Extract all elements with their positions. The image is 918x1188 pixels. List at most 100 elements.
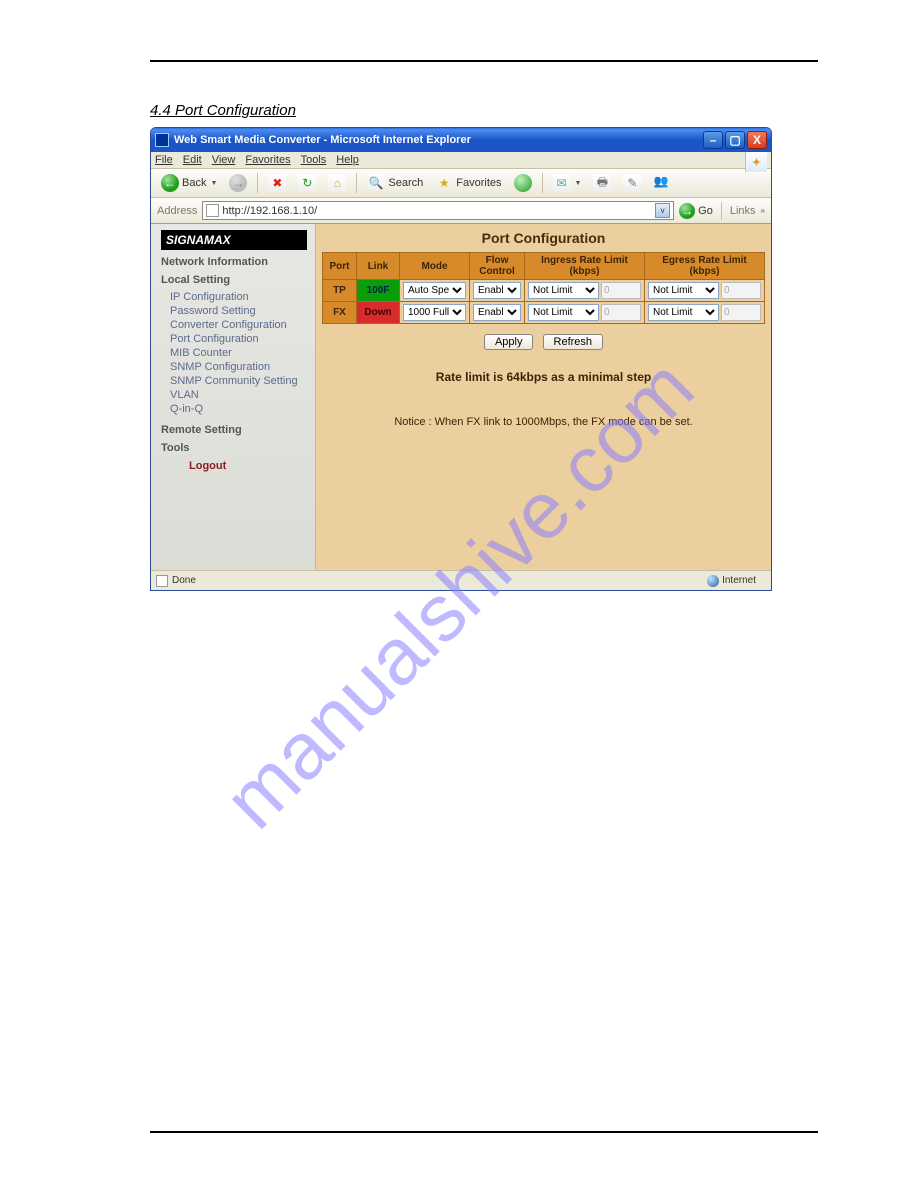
globe-icon xyxy=(707,575,719,587)
search-label: Search xyxy=(388,177,423,189)
sidebar-item-snmp-community[interactable]: SNMP Community Setting xyxy=(170,374,307,388)
stop-icon: ✖ xyxy=(268,174,286,192)
client-area: SIGNAMAX Network Information Local Setti… xyxy=(151,224,771,570)
address-url: http://192.168.1.10/ xyxy=(222,205,317,217)
flow-select[interactable]: Enable xyxy=(473,304,521,321)
content-pane: Port Configuration Port Link Mode Flow C… xyxy=(316,224,771,570)
refresh-button[interactable]: ↻ xyxy=(294,172,320,194)
media-button[interactable] xyxy=(510,172,536,194)
page-icon xyxy=(206,204,219,217)
flow-select[interactable]: Enable xyxy=(473,282,521,299)
sidebar-item-port-configuration[interactable]: Port Configuration xyxy=(170,332,307,346)
close-button[interactable]: X xyxy=(747,131,767,149)
ingress-select[interactable]: Not Limit xyxy=(528,304,599,321)
page-rule-top xyxy=(150,60,818,62)
sidebar-heading-local[interactable]: Local Setting xyxy=(161,274,307,286)
titlebar: Web Smart Media Converter - Microsoft In… xyxy=(151,128,771,152)
menu-help[interactable]: Help xyxy=(336,154,359,166)
apply-button[interactable]: Apply xyxy=(484,334,534,350)
address-label: Address xyxy=(157,205,197,217)
table-row: FXDown1000 FullEnableNot LimitNot Limit xyxy=(323,302,765,324)
menu-tools[interactable]: Tools xyxy=(301,154,327,166)
search-icon: 🔍 xyxy=(367,174,385,192)
forward-button[interactable]: → xyxy=(225,172,251,194)
fx-notice: Notice : When FX link to 1000Mbps, the F… xyxy=(316,416,771,428)
sidebar-item-qinq[interactable]: Q-in-Q xyxy=(170,402,307,416)
home-button[interactable]: ⌂ xyxy=(324,172,350,194)
favorites-label: Favorites xyxy=(456,177,501,189)
egress-select[interactable]: Not Limit xyxy=(648,282,719,299)
zone-indicator: Internet xyxy=(707,575,766,587)
status-text: Done xyxy=(172,575,196,586)
link-cell: 100F xyxy=(356,280,399,302)
back-button[interactable]: ← Back ▼ xyxy=(157,172,221,194)
sidebar-item-converter-configuration[interactable]: Converter Configuration xyxy=(170,318,307,332)
discuss-button[interactable]: 👥 xyxy=(649,172,675,194)
sidebar-item-vlan[interactable]: VLAN xyxy=(170,388,307,402)
egress-input[interactable] xyxy=(721,282,761,299)
page-icon xyxy=(156,575,168,587)
minimize-button[interactable]: – xyxy=(703,131,723,149)
sidebar-list: IP Configuration Password Setting Conver… xyxy=(161,290,307,416)
logout-link[interactable]: Logout xyxy=(161,460,307,472)
ingress-input[interactable] xyxy=(601,282,641,299)
chevron-down-icon: ▼ xyxy=(575,180,582,187)
search-button[interactable]: 🔍 Search xyxy=(363,172,427,194)
back-label: Back xyxy=(182,177,206,189)
go-icon: → xyxy=(679,203,695,219)
window-title: Web Smart Media Converter - Microsoft In… xyxy=(174,134,471,146)
go-button[interactable]: → Go xyxy=(679,203,713,219)
ie-icon xyxy=(155,133,169,147)
links-label[interactable]: Links xyxy=(730,205,756,217)
ingress-input[interactable] xyxy=(601,304,641,321)
mode-select[interactable]: 1000 Full xyxy=(403,304,466,321)
zone-label: Internet xyxy=(722,575,756,586)
mail-button[interactable]: ✉▼ xyxy=(549,172,586,194)
col-egress: Egress Rate Limit (kbps) xyxy=(645,253,765,280)
menubar: File Edit View Favorites Tools Help ✦ xyxy=(151,152,771,169)
refresh-button[interactable]: Refresh xyxy=(543,334,604,350)
sidebar: SIGNAMAX Network Information Local Setti… xyxy=(151,224,316,570)
address-input[interactable]: http://192.168.1.10/ v xyxy=(202,201,674,220)
chevron-down-icon[interactable]: v xyxy=(655,203,670,218)
stop-button[interactable]: ✖ xyxy=(264,172,290,194)
maximize-button[interactable]: ▢ xyxy=(725,131,745,149)
menu-edit[interactable]: Edit xyxy=(183,154,202,166)
egress-select[interactable]: Not Limit xyxy=(648,304,719,321)
forward-icon: → xyxy=(229,174,247,192)
mode-select[interactable]: Auto Speed xyxy=(403,282,466,299)
sidebar-item-mib-counter[interactable]: MIB Counter xyxy=(170,346,307,360)
toolbar-separator xyxy=(257,173,258,193)
port-table: Port Link Mode Flow Control Ingress Rate… xyxy=(322,252,765,324)
ingress-select[interactable]: Not Limit xyxy=(528,282,599,299)
mail-icon: ✉ xyxy=(553,174,571,192)
browser-window: Web Smart Media Converter - Microsoft In… xyxy=(150,127,772,591)
sidebar-item-snmp-configuration[interactable]: SNMP Configuration xyxy=(170,360,307,374)
sidebar-item-password-setting[interactable]: Password Setting xyxy=(170,304,307,318)
edit-button[interactable]: ✎ xyxy=(619,172,645,194)
favorites-button[interactable]: ★ Favorites xyxy=(431,172,505,194)
media-icon xyxy=(514,174,532,192)
toolbar-separator xyxy=(721,202,722,220)
edit-icon: ✎ xyxy=(623,174,641,192)
throbber-icon: ✦ xyxy=(745,152,767,172)
chevron-down-icon: ▼ xyxy=(210,180,217,187)
rate-limit-notice: Rate limit is 64kbps as a minimal step xyxy=(316,370,771,384)
menu-favorites[interactable]: Favorites xyxy=(245,154,290,166)
port-cell: TP xyxy=(323,280,357,302)
sidebar-heading-remote[interactable]: Remote Setting xyxy=(161,424,307,436)
page-heading: Port Configuration xyxy=(316,230,771,246)
sidebar-heading-tools[interactable]: Tools xyxy=(161,442,307,454)
back-icon: ← xyxy=(161,174,179,192)
button-row: Apply Refresh xyxy=(316,334,771,350)
home-icon: ⌂ xyxy=(328,174,346,192)
sidebar-heading-network[interactable]: Network Information xyxy=(161,256,307,268)
table-row: TP100FAuto Speed Enable Not Limit Not Limit xyxy=(323,280,765,302)
menu-view[interactable]: View xyxy=(212,154,236,166)
egress-input[interactable] xyxy=(721,304,761,321)
chevron-right-icon[interactable]: » xyxy=(761,206,765,215)
print-button[interactable]: 🖶 xyxy=(589,172,615,194)
status-bar: Done Internet xyxy=(151,570,771,590)
menu-file[interactable]: File xyxy=(155,154,173,166)
sidebar-item-ip-configuration[interactable]: IP Configuration xyxy=(170,290,307,304)
